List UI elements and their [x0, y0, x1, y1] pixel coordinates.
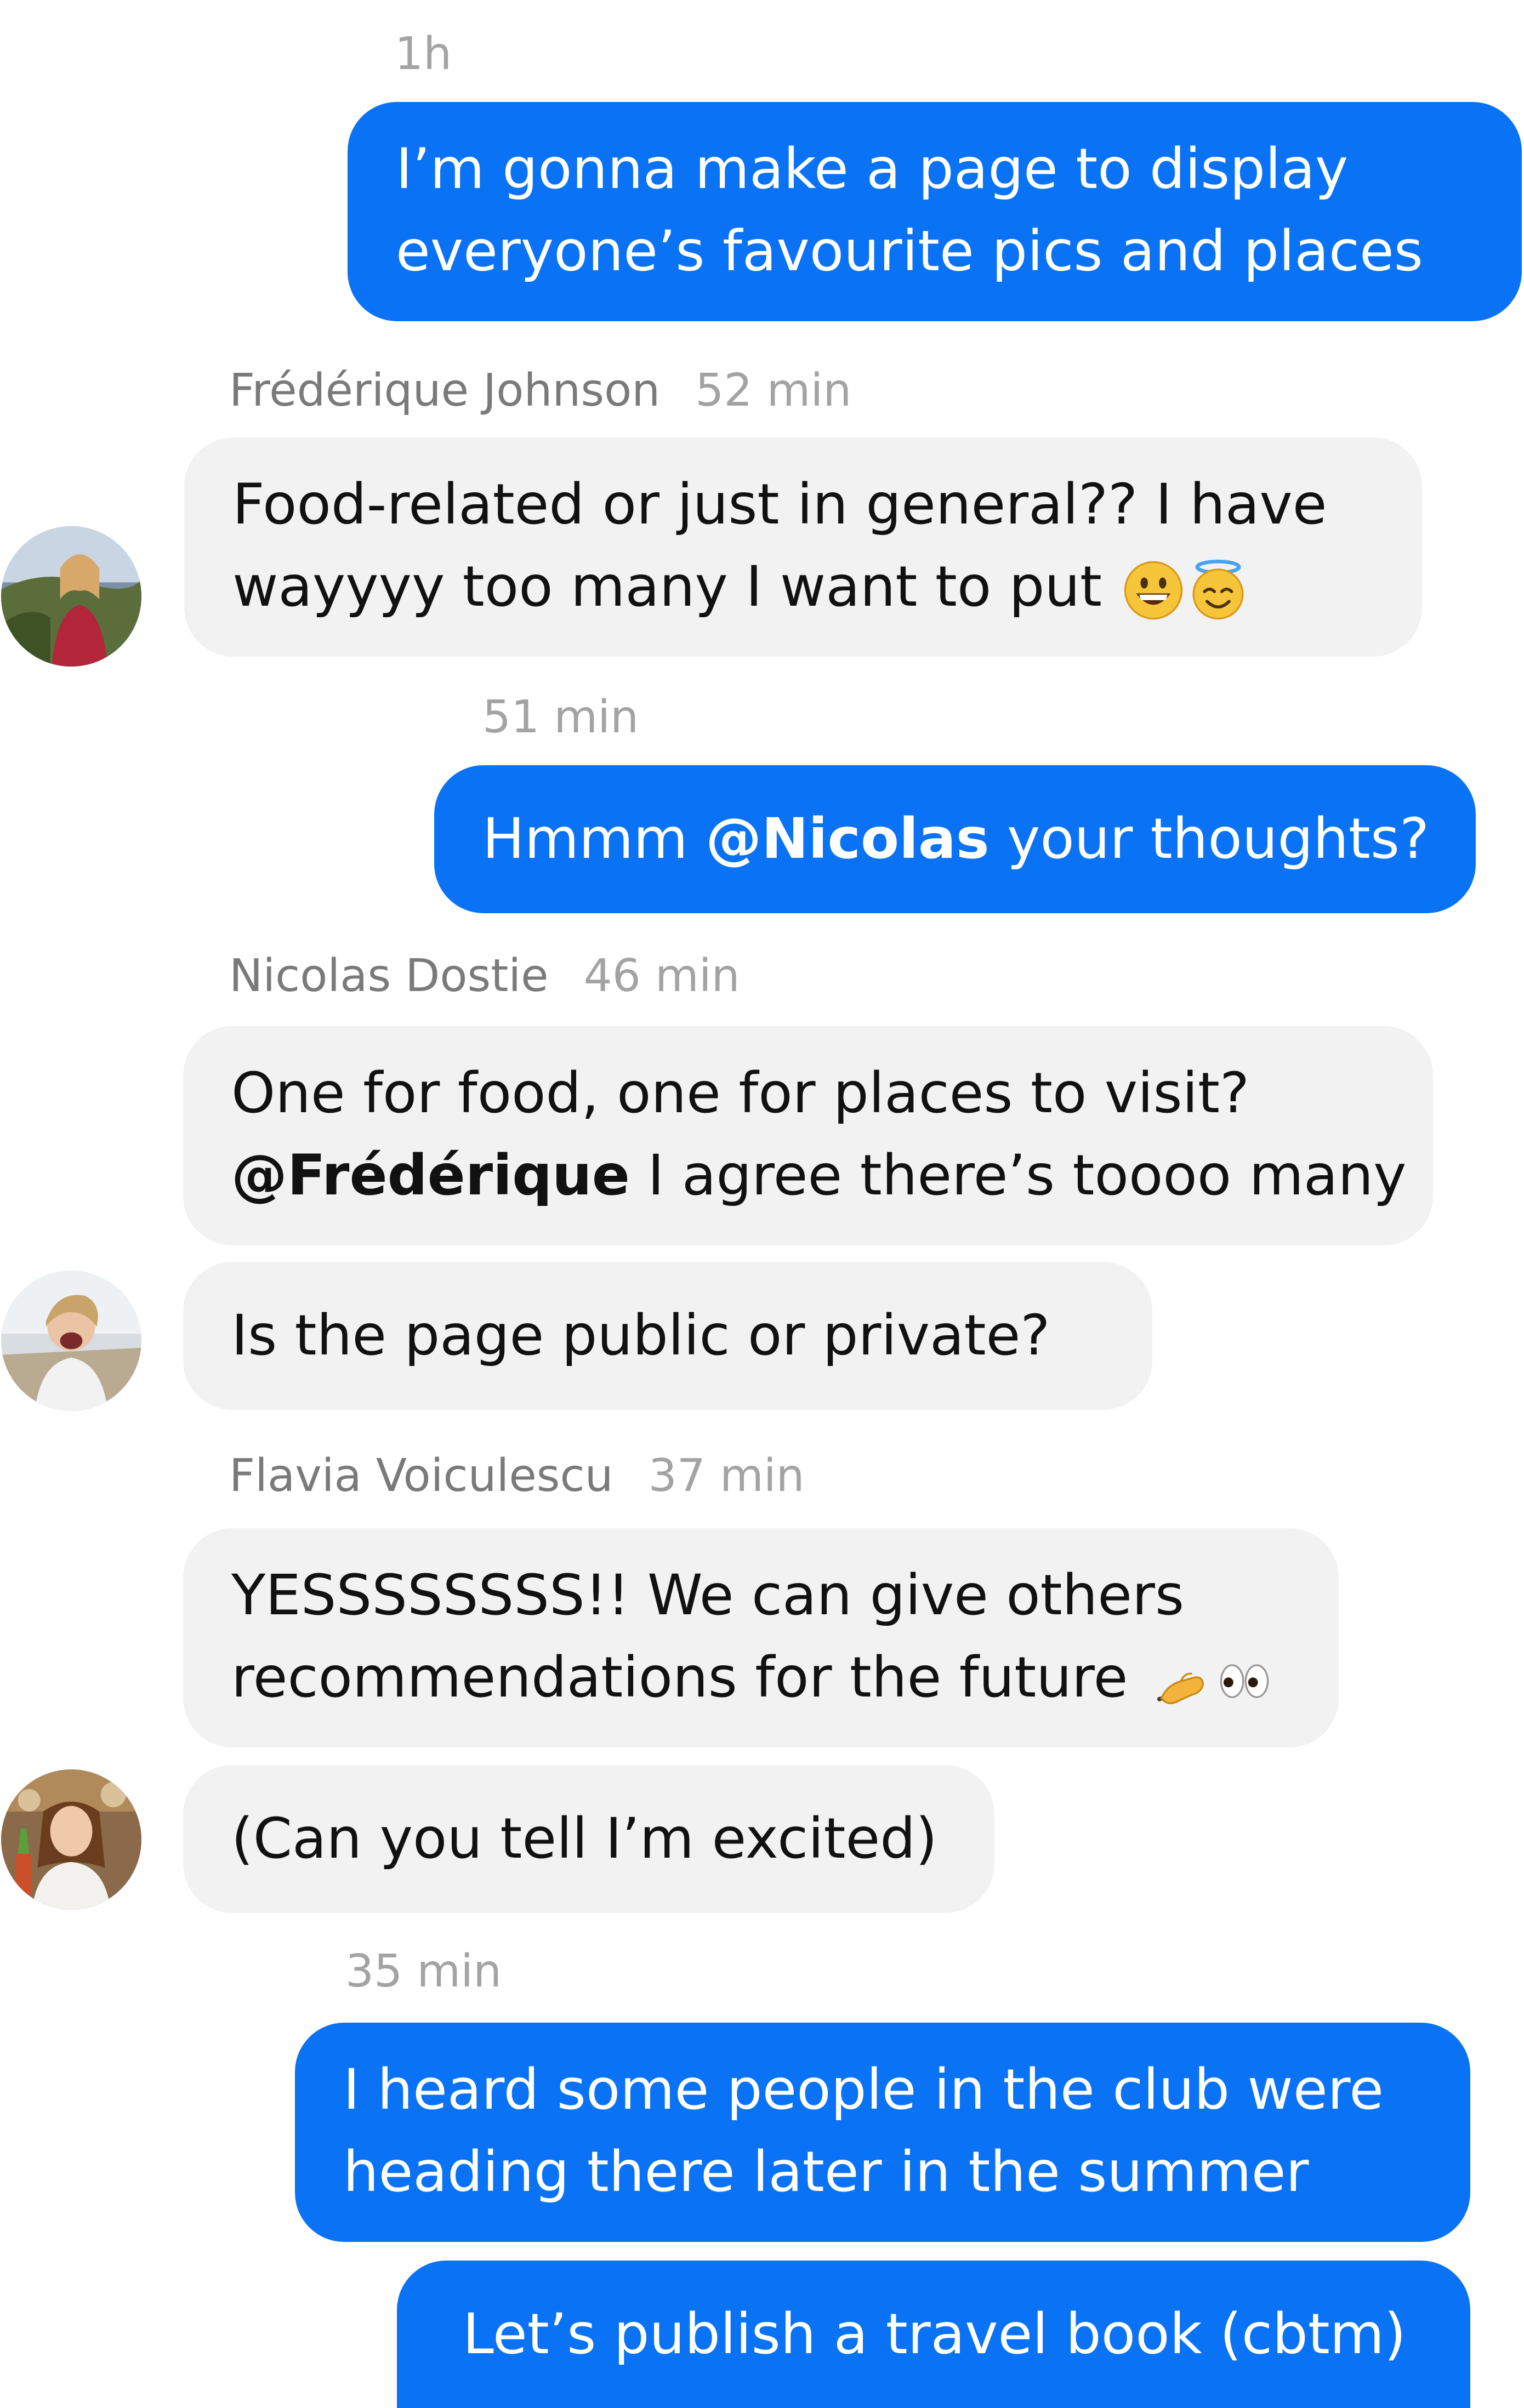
mention-link[interactable]: @Frédérique	[231, 1143, 630, 1208]
message-line: YESSSSSSSS!! We can give others	[231, 1563, 1185, 1628]
message-line: I heard some people in the club were	[343, 2057, 1384, 2122]
sender-header: Nicolas Dostie 46 min	[229, 954, 740, 999]
grinning-face-icon	[1123, 560, 1184, 621]
incoming-message-bubble[interactable]: One for food, one for places to visit? @…	[183, 1026, 1433, 1245]
message-line: I’m gonna make a page to display	[396, 136, 1349, 202]
message-text: recommendations for the future	[231, 1645, 1128, 1710]
message-line: everyone’s favourite pics and places	[396, 219, 1423, 284]
outgoing-message-bubble[interactable]: I’m gonna make a page to display everyon…	[348, 102, 1522, 321]
incoming-message-bubble[interactable]: (Can you tell I’m excited)	[183, 1765, 994, 1913]
incoming-message-bubble[interactable]: Is the page public or private?	[183, 1262, 1152, 1410]
message-text: Let’s publish a travel book (cbtm)	[463, 2302, 1406, 2367]
sender-name[interactable]: Flavia Voiculescu	[229, 1450, 613, 1502]
message-text: wayyyy too many I want to put	[232, 554, 1102, 619]
timestamp: 35 min	[345, 1945, 502, 1997]
sender-name[interactable]: Nicolas Dostie	[229, 950, 549, 1002]
incoming-message-bubble[interactable]: Food-related or just in general?? I have…	[184, 437, 1422, 657]
message-text: your thoughts?	[989, 806, 1430, 872]
message-time: 37 min	[648, 1450, 805, 1502]
timestamp: 51 min	[482, 691, 639, 743]
message-line: heading there later in the summer	[343, 2139, 1309, 2205]
avatar[interactable]	[1, 1271, 141, 1411]
outgoing-message-bubble[interactable]: Hmmm @Nicolas your thoughts?	[434, 765, 1476, 913]
outgoing-message-bubble[interactable]: I heard some people in the club were hea…	[295, 2023, 1470, 2242]
message-text: (Can you tell I’m excited)	[231, 1806, 937, 1871]
message-time: 52 min	[695, 365, 852, 417]
message-text: Hmmm	[482, 806, 706, 872]
message-time: 46 min	[583, 950, 740, 1002]
message-text: Is the page public or private?	[231, 1303, 1050, 1368]
message-line: One for food, one for places to visit?	[231, 1061, 1250, 1126]
message-text: I agree there’s toooo many	[629, 1143, 1407, 1208]
outgoing-message-bubble[interactable]: Let’s publish a travel book (cbtm)	[397, 2261, 1470, 2408]
sender-header: Flavia Voiculescu 37 min	[229, 1454, 805, 1499]
sender-header: Frédérique Johnson 52 min	[229, 368, 851, 413]
smiling-face-with-halo-icon	[1187, 560, 1249, 621]
message-line: @Frédérique I agree there’s toooo many	[231, 1135, 1433, 1217]
message-line: wayyyy too many I want to put	[232, 546, 1422, 628]
avatar[interactable]	[1, 1769, 141, 1910]
timestamp: 1h	[395, 28, 452, 80]
mention-link[interactable]: @Nicolas	[706, 806, 989, 872]
message-line: Food-related or just in general?? I have	[232, 472, 1327, 537]
writing-hand-icon	[1149, 1650, 1210, 1712]
eyes-icon	[1214, 1650, 1275, 1712]
sender-name[interactable]: Frédérique Johnson	[229, 365, 660, 417]
incoming-message-bubble[interactable]: YESSSSSSSS!! We can give others recommen…	[183, 1528, 1339, 1747]
message-line: recommendations for the future	[231, 1637, 1339, 1719]
avatar[interactable]	[1, 526, 141, 667]
